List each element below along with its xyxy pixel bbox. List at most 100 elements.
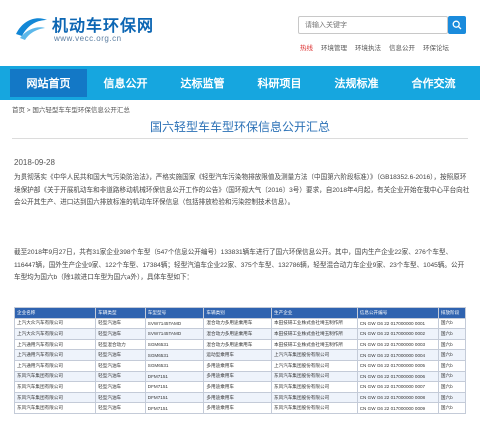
table-header-cell: 企业名称: [13, 307, 97, 319]
table-cell: 轻型汽油车: [95, 359, 146, 372]
nav-home[interactable]: 网站首页: [10, 69, 87, 97]
table-cell: 轻型混合动力: [95, 338, 146, 351]
table-cell: 上汽大众汽车有限公司: [13, 317, 97, 330]
table-cell: 东风汽车集团股份有限公司: [271, 370, 358, 383]
title-divider: [12, 138, 468, 139]
table-cell: CN GW G6 22 017000000 0009: [356, 402, 439, 414]
top-link-hotline[interactable]: 热线: [300, 42, 313, 52]
table-cell: CN GW G6 22 017000000 0006: [356, 370, 439, 383]
table-cell: 东风汽车集团股份有限公司: [271, 402, 358, 414]
table-row[interactable]: 东风汽车集团有限公司 轻型汽油车 DFM7151 多用途乘用车 东风汽车集团股份有限公司…: [13, 402, 467, 414]
top-link-env-enforcement[interactable]: 环境执法: [355, 42, 381, 52]
article-paragraph-1: 为贯彻落实《中华人民共和国大气污染防治法》，严格实施国家《轻型汽车污染物排放限值…: [14, 174, 470, 206]
table-header-cell: 车型型号: [144, 307, 205, 319]
table-cell: 多用途乘用车: [203, 391, 273, 404]
table-cell: CN GW G6 22 017000000 0002: [356, 328, 439, 340]
nav-compliance[interactable]: 达标监管: [164, 69, 241, 97]
table-cell: CN GW G6 22 017000000 0005: [356, 359, 439, 372]
table-row[interactable]: 东风汽车集团有限公司 轻型汽油车 DFM7151 多用途乘用车 东风汽车集团股份有限公司…: [13, 391, 467, 404]
table-cell: 国六b: [437, 381, 467, 393]
site-header: 机动车环保网 www.vecc.org.cn 热线 环境管理 环境执法 信息公开…: [0, 0, 480, 66]
table-cell: 东风汽车集团有限公司: [13, 381, 97, 393]
table-row[interactable]: 东风汽车集团有限公司 轻型汽油车 DFM7151 多用途乘用车 东风汽车集团股份有限公司…: [13, 370, 467, 383]
table-cell: 混合动力多用途乘用车: [203, 317, 273, 330]
table-cell: SVW7145TAMD: [144, 317, 205, 330]
nav-info-disclosure[interactable]: 信息公开: [87, 69, 164, 97]
table-cell: 国六b: [437, 359, 467, 372]
table-cell: 上汽汽车集团股份有限公司: [271, 349, 358, 361]
nav-research[interactable]: 科研项目: [241, 69, 318, 97]
table-cell: CN GW G6 22 017000000 0004: [356, 349, 439, 361]
vehicle-table: 企业名称 车辆类型 车型型号 车辆类别 生产企业 信息公开编号 排放阶段 上汽大…: [13, 307, 467, 414]
top-links: 热线 环境管理 环境执法 信息公开 环保论坛: [300, 42, 449, 52]
table-header-cell: 生产企业: [271, 307, 358, 319]
table-cell: 东风汽车集团有限公司: [13, 402, 97, 414]
search-icon: [452, 20, 462, 30]
table-cell: 本田技研工业株式会社埼玉制作所: [271, 328, 358, 340]
table-body: 上汽大众汽车有限公司 轻型汽油车 SVW7145TAMD 混合动力多用途乘用车 本田技研…: [13, 317, 467, 414]
table-cell: 东风汽车集团有限公司: [13, 391, 97, 404]
table-row[interactable]: 上汽大众汽车有限公司 轻型汽油车 SVW7145TAMD 混合动力多用途乘用车 本田技研…: [13, 328, 467, 340]
table-cell: SGM6531: [144, 359, 205, 372]
table-row[interactable]: 东风汽车集团有限公司 轻型汽油车 DFM7151 多用途乘用车 东风汽车集团股份有限公司…: [13, 381, 467, 393]
table-cell: 多用途乘用车: [203, 370, 273, 383]
table-cell: 上汽通用汽车有限公司: [13, 349, 97, 361]
table-cell: DFM7151: [144, 391, 205, 404]
table-header-cell: 排放阶段: [437, 307, 467, 319]
table-cell: 上汽通用汽车有限公司: [13, 338, 97, 351]
table-row[interactable]: 上汽通用汽车有限公司 轻型汽油车 SGM6531 运动型乘用车 上汽汽车集团股份有限公司…: [13, 349, 467, 361]
top-link-env-management[interactable]: 环境管理: [321, 42, 347, 52]
article-paragraph-2: 截至2018年9月27日，共有31家企业398个车型（547个信息公开编号）13…: [14, 249, 465, 281]
table-cell: 多用途乘用车: [203, 381, 273, 393]
breadcrumb[interactable]: 首页 > 国六轻型车车型环保信息公开汇总: [12, 104, 130, 114]
table-cell: 轻型汽油车: [95, 370, 146, 383]
table-cell: 上汽大众汽车有限公司: [13, 328, 97, 340]
table-cell: 轻型汽油车: [95, 328, 146, 340]
table-cell: 国六b: [437, 328, 467, 340]
nav-regulations[interactable]: 法规标准: [318, 69, 395, 97]
table-cell: 运动型乘用车: [203, 349, 273, 361]
table-header-cell: 车辆类别: [203, 307, 273, 319]
table-cell: DFM7151: [144, 381, 205, 393]
top-link-info-disclosure[interactable]: 信息公开: [389, 42, 415, 52]
table-cell: 国六b: [437, 391, 467, 404]
article-title: 国六轻型车车型环保信息公开汇总: [149, 120, 330, 134]
table-cell: 国六b: [437, 338, 467, 351]
table-cell: 轻型汽油车: [95, 349, 146, 361]
table-cell: 国六b: [437, 349, 467, 361]
table-row[interactable]: 上汽大众汽车有限公司 轻型汽油车 SVW7145TAMD 混合动力多用途乘用车 本田技研…: [13, 317, 467, 330]
table-cell: 国六b: [437, 402, 467, 414]
table-cell: CN GW G6 22 017000000 0001: [356, 317, 439, 330]
table-cell: 轻型汽油车: [95, 402, 146, 414]
table-cell: 混合动力多用途乘用车: [203, 328, 273, 340]
table-cell: 上汽汽车集团股份有限公司: [271, 359, 358, 372]
table-cell: SGM6531: [144, 349, 205, 361]
nav-cooperation[interactable]: 合作交流: [395, 69, 472, 97]
table-cell: SGM6531: [144, 338, 205, 351]
table-cell: 混合动力多用途乘用车: [203, 338, 273, 351]
table-row[interactable]: 上汽通用汽车有限公司 轻型混合动力 SGM6531 混合动力多用途乘用车 本田技研工业株…: [13, 338, 467, 351]
search-input[interactable]: [298, 16, 448, 34]
table-cell: 东风汽车集团股份有限公司: [271, 381, 358, 393]
article-date: 2018-09-28: [14, 158, 55, 167]
table-cell: 轻型汽油车: [95, 381, 146, 393]
site-logo[interactable]: 机动车环保网 www.vecc.org.cn: [14, 10, 164, 48]
table-cell: CN GW G6 22 017000000 0007: [356, 381, 439, 393]
car-swoosh-logo-icon: [16, 18, 47, 40]
table-cell: 轻型汽油车: [95, 391, 146, 404]
table-row[interactable]: 上汽通用汽车有限公司 轻型汽油车 SGM6531 多用途乘用车 上汽汽车集团股份有限公司…: [13, 359, 467, 372]
site-url: www.vecc.org.cn: [54, 34, 122, 43]
table-cell: 上汽通用汽车有限公司: [13, 359, 97, 372]
main-nav: 网站首页 信息公开 达标监管 科研项目 法规标准 合作交流: [0, 66, 480, 100]
table-cell: 轻型汽油车: [95, 317, 146, 330]
table-cell: DFM7151: [144, 402, 205, 414]
table-cell: CN GW G6 22 017000000 0008: [356, 391, 439, 404]
top-link-forum[interactable]: 环保论坛: [423, 42, 449, 52]
table-cell: 本田技研工业株式会社埼玉制作所: [271, 338, 358, 351]
table-cell: DFM7151: [144, 370, 205, 383]
site-name: 机动车环保网: [52, 18, 155, 35]
table-cell: 本田技研工业株式会社埼玉制作所: [271, 317, 358, 330]
table-cell: 东风汽车集团股份有限公司: [271, 391, 358, 404]
table-cell: 国六b: [437, 317, 467, 330]
search-button[interactable]: [448, 16, 466, 34]
